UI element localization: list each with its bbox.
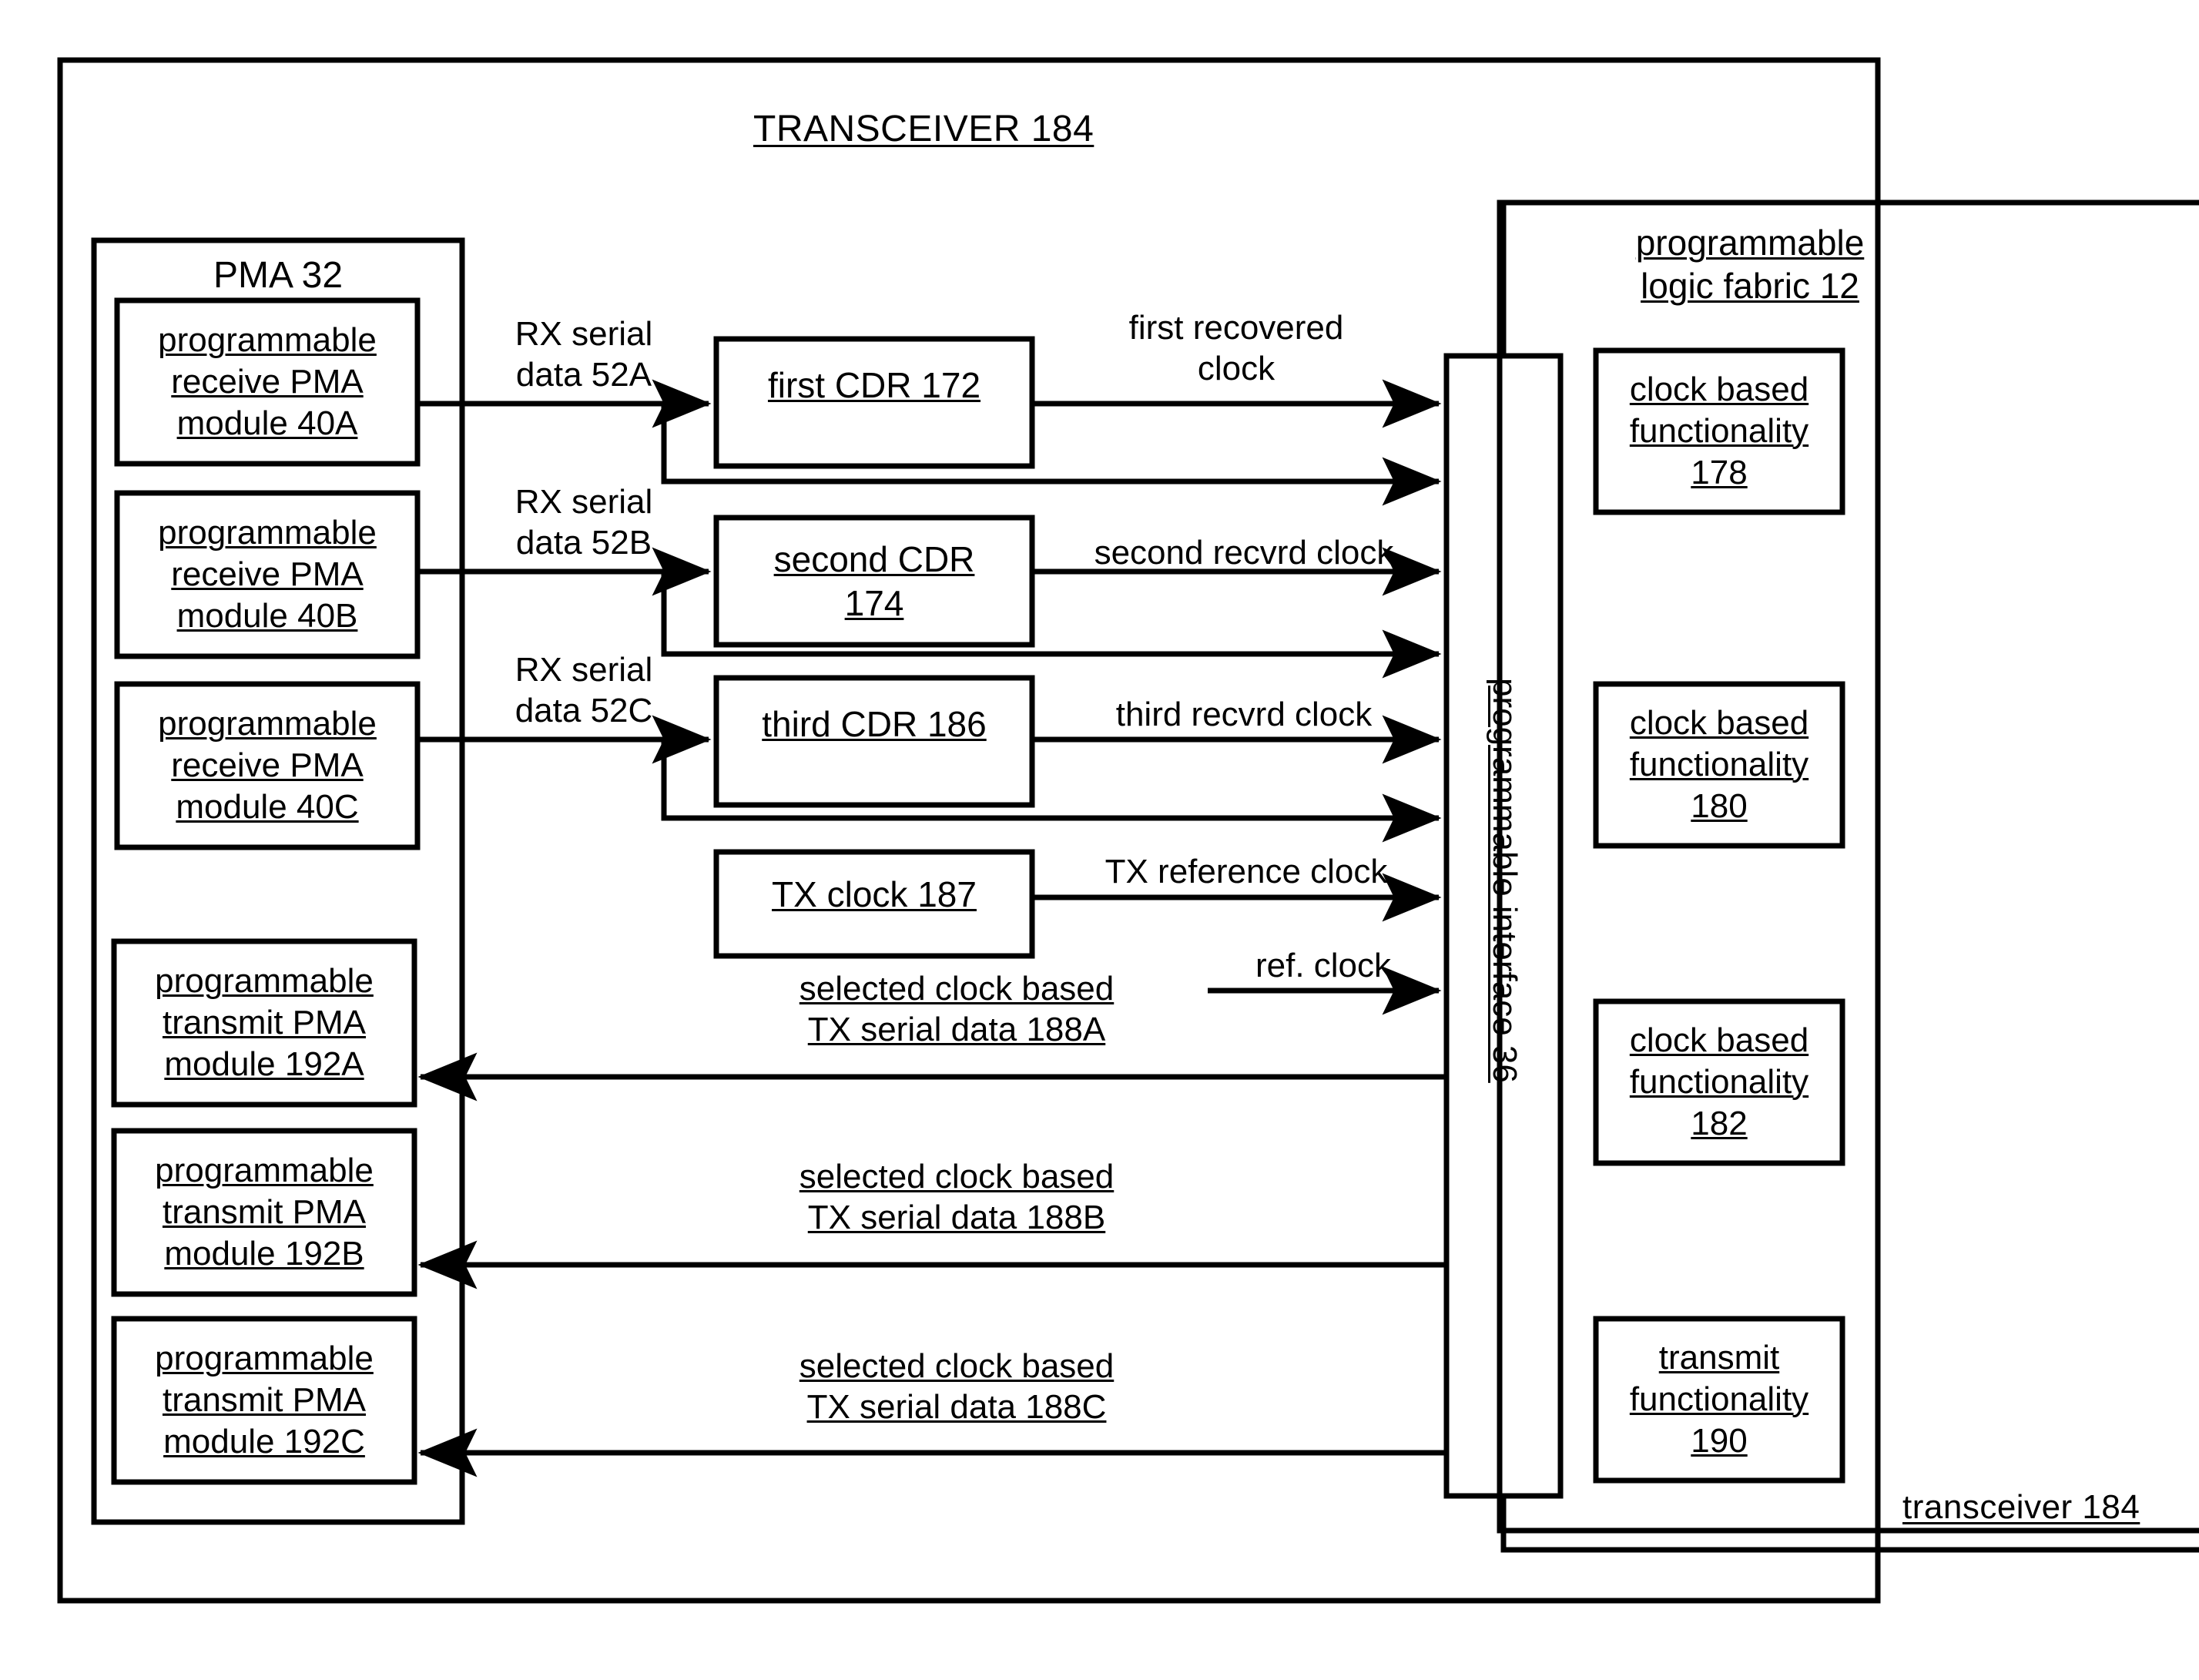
clock-functionality-182-number: 182	[1691, 1104, 1748, 1142]
receive-pma-40a-line1: programmable	[158, 321, 377, 360]
transmit-pma-192b-line3: module 192B	[164, 1234, 364, 1273]
label-rx-serial-52a: RX serial data 52A	[468, 314, 699, 396]
label-first-recovered-clock-line1: first recovered	[1128, 309, 1344, 347]
clock-functionality-178-line2: functionality	[1629, 412, 1809, 451]
transmit-pma-192a[interactable]: programmable transmit PMA module 192A	[114, 941, 414, 1105]
transmit-pma-192a-line3: module 192A	[164, 1045, 364, 1083]
clock-functionality-182[interactable]: clock based functionality 182	[1596, 1001, 1842, 1163]
label-rx-serial-52a-line1: RX serial	[515, 315, 653, 353]
clock-functionality-178-line1: clock based	[1629, 371, 1809, 409]
clock-functionality-180-line2: functionality	[1629, 746, 1809, 784]
label-tx-reference-clock: TX reference clock	[1054, 852, 1439, 893]
label-third-recvrd-clock-text: third recvrd clock	[1115, 696, 1373, 733]
label-rx-serial-52b: RX serial data 52B	[468, 482, 699, 564]
tx-clock[interactable]: TX clock 187	[716, 852, 1032, 937]
transmit-pma-192c[interactable]: programmable transmit PMA module 192C	[114, 1319, 414, 1482]
label-first-recovered-clock: first recovered clock	[1071, 308, 1402, 390]
logic-fabric-title-line1: programmable	[1635, 222, 1865, 263]
figure-title: TRANSCEIVER 184	[753, 109, 1094, 149]
receive-pma-40b-line3: module 40B	[176, 596, 358, 635]
transmit-functionality-190-number: 190	[1691, 1421, 1748, 1460]
logic-fabric-title: programmable logic fabric 12	[1534, 214, 1966, 314]
receive-pma-40c-line3: module 40C	[176, 787, 359, 826]
label-tx-serial-188a: selected clock based TX serial data 188A	[741, 969, 1172, 1051]
label-tx-reference-clock-text: TX reference clock	[1105, 853, 1388, 890]
label-rx-serial-52b-line1: RX serial	[515, 483, 653, 521]
transmit-pma-192b-line1: programmable	[155, 1152, 374, 1190]
receive-pma-40b[interactable]: programmable receive PMA module 40B	[117, 493, 417, 656]
label-rx-serial-52c-line2: data 52C	[515, 691, 653, 729]
tx-clock-label: TX clock 187	[772, 874, 977, 914]
label-ref-clock-text: ref. clock	[1255, 947, 1392, 984]
label-second-recvrd-clock: second recvrd clock	[1044, 533, 1444, 574]
transmit-pma-192c-line2: transmit PMA	[162, 1381, 367, 1420]
receive-pma-40c[interactable]: programmable receive PMA module 40C	[117, 684, 417, 847]
label-tx-serial-188b-line2: TX serial data 188B	[807, 1198, 1106, 1236]
transmit-functionality-190[interactable]: transmit functionality 190	[1596, 1319, 1842, 1480]
receive-pma-40a-line2: receive PMA	[171, 363, 364, 401]
label-tx-serial-188b: selected clock based TX serial data 188B	[741, 1157, 1172, 1239]
transmit-pma-192c-line1: programmable	[155, 1340, 374, 1378]
transceiver-outer-label: transceiver 184	[1902, 1488, 2140, 1526]
clock-functionality-178[interactable]: clock based functionality 178	[1596, 350, 1842, 512]
receive-pma-40b-line2: receive PMA	[171, 555, 364, 594]
transmit-functionality-190-line2: functionality	[1629, 1380, 1809, 1419]
pma-title-text: PMA 32	[213, 254, 344, 296]
receive-pma-40a-line3: module 40A	[176, 404, 358, 442]
label-rx-serial-52a-line2: data 52A	[515, 355, 652, 394]
second-cdr[interactable]: second CDR 174	[716, 518, 1032, 645]
transmit-pma-192b-line2: transmit PMA	[162, 1193, 367, 1232]
label-tx-serial-188c: selected clock based TX serial data 188C	[741, 1346, 1172, 1428]
transmit-pma-192b[interactable]: programmable transmit PMA module 192B	[114, 1131, 414, 1294]
label-tx-serial-188c-line1: selected clock based	[799, 1347, 1115, 1385]
label-tx-serial-188a-line1: selected clock based	[799, 970, 1115, 1008]
label-tx-serial-188c-line2: TX serial data 188C	[806, 1387, 1107, 1426]
label-first-recovered-clock-line2: clock	[1197, 349, 1275, 387]
receive-pma-40b-line1: programmable	[158, 514, 377, 552]
label-rx-serial-52b-line2: data 52B	[515, 523, 652, 562]
second-cdr-number: 174	[844, 582, 904, 623]
clock-functionality-182-line1: clock based	[1629, 1021, 1809, 1060]
transmit-pma-192a-line1: programmable	[155, 962, 374, 1001]
label-tx-serial-188a-line2: TX serial data 188A	[807, 1010, 1106, 1048]
third-cdr-label: third CDR 186	[762, 703, 987, 744]
clock-functionality-178-number: 178	[1691, 453, 1748, 491]
label-tx-serial-188b-line1: selected clock based	[799, 1158, 1115, 1195]
transmit-functionality-190-line1: transmit	[1658, 1339, 1780, 1377]
second-cdr-label: second CDR	[773, 539, 975, 580]
label-rx-serial-52c: RX serial data 52C	[468, 650, 699, 732]
transmit-pma-192c-line3: module 192C	[163, 1422, 365, 1460]
clock-functionality-182-line2: functionality	[1629, 1063, 1809, 1102]
programmable-interface-label: programmable interface 36	[1486, 678, 1524, 1083]
label-rx-serial-52c-line1: RX serial	[515, 651, 653, 689]
third-cdr[interactable]: third CDR 186	[716, 678, 1032, 770]
receive-pma-40c-line2: receive PMA	[171, 746, 364, 785]
label-third-recvrd-clock: third recvrd clock	[1051, 695, 1436, 736]
first-cdr-label: first CDR 172	[767, 364, 981, 405]
pma-title: PMA 32	[94, 254, 462, 297]
receive-pma-40c-line1: programmable	[158, 705, 377, 743]
clock-functionality-180-number: 180	[1691, 786, 1748, 825]
label-ref-clock: ref. clock	[1208, 946, 1439, 987]
logic-fabric-title-line2: logic fabric 12	[1641, 266, 1859, 306]
label-second-recvrd-clock-text: second recvrd clock	[1094, 534, 1394, 572]
diagram-canvas: TRANSCEIVER 184 transceiver 184 PMA 32 p…	[0, 0, 2199, 1680]
clock-functionality-180-line1: clock based	[1629, 704, 1809, 743]
receive-pma-40a[interactable]: programmable receive PMA module 40A	[117, 300, 417, 464]
first-cdr[interactable]: first CDR 172	[716, 339, 1032, 431]
clock-functionality-180[interactable]: clock based functionality 180	[1596, 684, 1842, 846]
transmit-pma-192a-line2: transmit PMA	[162, 1004, 367, 1042]
